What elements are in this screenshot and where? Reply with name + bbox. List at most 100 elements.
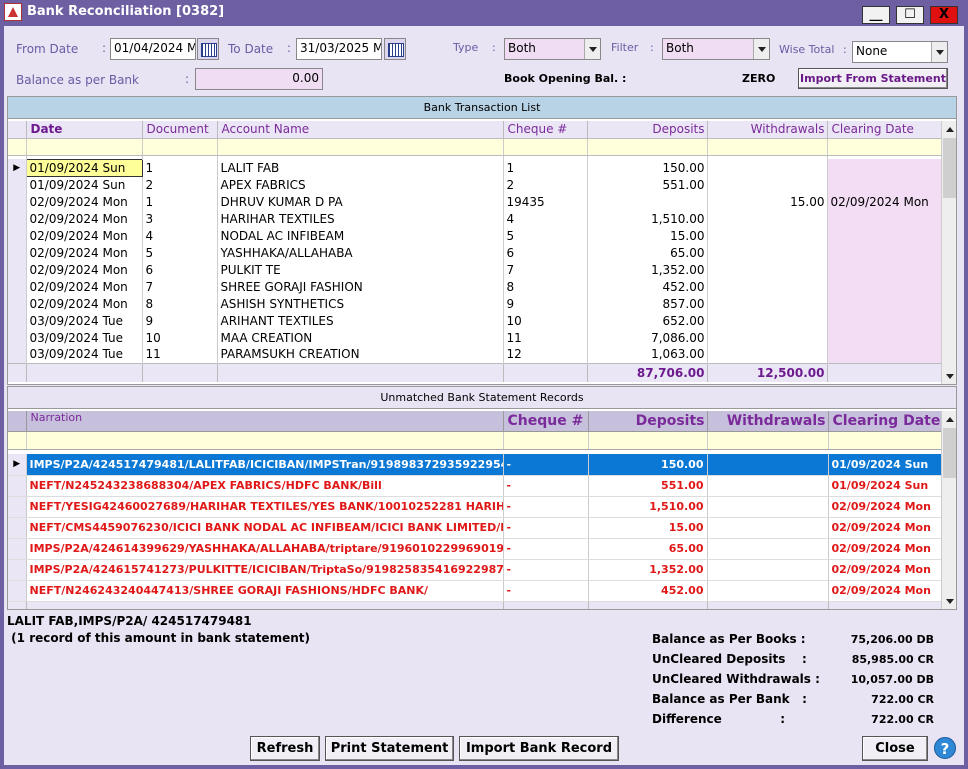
row-indicator[interactable] xyxy=(8,346,27,363)
cell-cheque[interactable]: 12 xyxy=(503,346,588,363)
cell-document[interactable]: 10 xyxy=(142,329,218,346)
cell-document[interactable]: 1 xyxy=(142,159,218,176)
statement-grid-scrollbar[interactable] xyxy=(941,411,956,609)
row-indicator[interactable] xyxy=(8,312,27,329)
cell-cheque[interactable]: - xyxy=(503,475,589,497)
table-row[interactable]: 03/09/2024 Tue 9 ARIHANT TEXTILES 10 652.00 xyxy=(8,312,942,329)
cell-cheque[interactable]: 10 xyxy=(503,312,588,329)
cell-account[interactable]: MAA CREATION xyxy=(217,329,504,346)
cell-narration[interactable]: NEFT/N245243238688304/APEX FABRICS/HDFC … xyxy=(26,475,504,497)
cell-withdrawals[interactable] xyxy=(707,454,829,476)
cell-cheque[interactable]: 4 xyxy=(503,210,588,227)
cell-deposits[interactable]: 452.00 xyxy=(588,580,708,602)
cell-deposits[interactable]: 150.00 xyxy=(588,454,708,476)
cell-account[interactable]: ARIHANT TEXTILES xyxy=(217,312,504,329)
cell-withdrawals[interactable] xyxy=(707,517,829,539)
cell-withdrawals[interactable] xyxy=(707,538,829,560)
cell-clearing[interactable]: 01/09/2024 Sun xyxy=(828,454,942,476)
cell-account[interactable]: HARIHAR TEXTILES xyxy=(217,210,504,227)
cell-withdrawals[interactable] xyxy=(707,210,828,227)
close-button[interactable]: Close xyxy=(862,736,928,761)
table-row[interactable]: ▶ IMPS/P2A/424517479481/LALITFAB/ICICIBAN… xyxy=(8,454,942,476)
cell-cheque[interactable]: 9 xyxy=(503,295,588,312)
cell-date[interactable]: 02/09/2024 Mon xyxy=(26,227,143,244)
row-indicator[interactable] xyxy=(8,193,27,210)
cell-cheque[interactable]: 2 xyxy=(503,176,588,193)
table-row[interactable]: 02/09/2024 Mon 1 DHRUV KUMAR D PA 19435 15.0… xyxy=(8,193,942,210)
cell-cheque[interactable]: - xyxy=(503,496,589,518)
col-deposits-header[interactable]: Deposits xyxy=(588,411,708,432)
cell-cheque[interactable]: - xyxy=(503,517,589,539)
cell-clearing[interactable]: 02/09/2024 Mon xyxy=(827,193,942,210)
cell-date[interactable]: 02/09/2024 Mon xyxy=(26,210,143,227)
cell-deposits[interactable]: 7,086.00 xyxy=(587,329,708,346)
cell-deposits[interactable]: 551.00 xyxy=(588,475,708,497)
scroll-up-icon[interactable] xyxy=(942,121,956,137)
row-indicator[interactable] xyxy=(8,496,27,518)
cell-document[interactable]: 3 xyxy=(142,210,218,227)
cell-clearing[interactable] xyxy=(827,329,942,346)
cell-document[interactable]: 8 xyxy=(142,295,218,312)
cell-deposits[interactable]: 1,510.00 xyxy=(588,496,708,518)
table-row[interactable]: 02/09/2024 Mon 5 YASHHAKA/ALLAHABA 6 65.00 xyxy=(8,244,942,261)
table-row[interactable]: 02/09/2024 Mon 6 PULKIT TE 7 1,352.00 xyxy=(8,261,942,278)
cell-withdrawals[interactable] xyxy=(707,227,828,244)
cell-deposits[interactable] xyxy=(587,193,708,210)
row-indicator[interactable] xyxy=(8,295,27,312)
cell-deposits[interactable]: 65.00 xyxy=(588,538,708,560)
row-indicator[interactable] xyxy=(8,329,27,346)
cell-document[interactable]: 2 xyxy=(142,176,218,193)
cell-withdrawals[interactable] xyxy=(707,312,828,329)
table-row[interactable]: NEFT/N245243238688304/APEX FABRICS/HDFC … xyxy=(8,475,942,497)
table-row[interactable]: 03/09/2024 Tue 10 MAA CREATION 11 7,086.00 xyxy=(8,329,942,346)
row-indicator[interactable] xyxy=(8,517,27,539)
cell-cheque[interactable]: 7 xyxy=(503,261,588,278)
current-row-indicator-icon[interactable]: ▶ xyxy=(8,159,27,176)
cell-cheque[interactable]: - xyxy=(503,559,589,581)
cell-clearing[interactable] xyxy=(827,176,942,193)
row-indicator[interactable] xyxy=(8,538,27,560)
cell-clearing[interactable]: 02/09/2024 Mon xyxy=(828,496,942,518)
cell-deposits[interactable]: 1,063.00 xyxy=(587,346,708,363)
scroll-thumb[interactable] xyxy=(943,428,956,478)
table-row[interactable]: 02/09/2024 Mon 4 NODAL AC INFIBEAM 5 15.00 xyxy=(8,227,942,244)
cell-narration[interactable]: NEFT/N246243240447413/SHREE GORAJI FASHI… xyxy=(26,580,504,602)
col-narration-header[interactable]: Narration xyxy=(26,411,504,432)
type-select[interactable]: Both xyxy=(504,38,601,60)
table-row[interactable]: 03/09/2024 Tue 11 PARAMSUKH CREATION 12 1,06… xyxy=(8,346,942,363)
cell-narration[interactable]: IMPS/P2A/424614399629/YASHHAKA/ALLAHABA/… xyxy=(26,538,504,560)
cell-deposits[interactable]: 1,352.00 xyxy=(587,261,708,278)
scroll-down-icon[interactable] xyxy=(942,369,956,384)
cell-document[interactable]: 11 xyxy=(142,346,218,363)
col-document-header[interactable]: Document xyxy=(142,121,218,139)
current-row-indicator-icon[interactable]: ▶ xyxy=(8,454,27,476)
wise-total-select[interactable]: None xyxy=(852,41,948,63)
cell-document[interactable]: 4 xyxy=(142,227,218,244)
refresh-button[interactable]: Refresh xyxy=(250,736,320,761)
cell-cheque[interactable]: 11 xyxy=(503,329,588,346)
col-withdrawals-header[interactable]: Withdrawals xyxy=(707,411,829,432)
cell-withdrawals[interactable] xyxy=(707,159,828,176)
cell-deposits[interactable]: 652.00 xyxy=(587,312,708,329)
cell-cheque[interactable]: 19435 xyxy=(503,193,588,210)
cell-clearing[interactable] xyxy=(827,261,942,278)
table-row[interactable]: IMPS/P2A/424615741273/PULKITTE/ICICIBAN/… xyxy=(8,559,942,581)
col-date-header[interactable]: Date xyxy=(26,121,143,139)
cell-account[interactable]: PARAMSUKH CREATION xyxy=(217,346,504,363)
col-account-header[interactable]: Account Name xyxy=(217,121,504,139)
col-clearing-header[interactable]: Clearing Date xyxy=(828,411,942,432)
cell-date[interactable]: 03/09/2024 Tue xyxy=(26,329,143,346)
cell-withdrawals[interactable] xyxy=(707,278,828,295)
cell-date[interactable]: 02/09/2024 Mon xyxy=(26,278,143,295)
import-bank-record-button[interactable]: Import Bank Record xyxy=(459,736,619,761)
filter-row[interactable] xyxy=(8,138,942,156)
cell-withdrawals[interactable] xyxy=(707,176,828,193)
table-row[interactable]: 01/09/2024 Sun 2 APEX FABRICS 2 551.00 xyxy=(8,176,942,193)
cell-narration[interactable]: NEFT/CMS4459076230/ICICI BANK NODAL AC I… xyxy=(26,517,504,539)
cell-cheque[interactable]: 5 xyxy=(503,227,588,244)
cell-withdrawals[interactable] xyxy=(707,346,828,363)
cell-clearing[interactable]: 02/09/2024 Mon xyxy=(828,580,942,602)
filter-select[interactable]: Both xyxy=(662,38,770,60)
col-withdrawals-header[interactable]: Withdrawals xyxy=(707,121,828,139)
cell-narration[interactable]: IMPS/P2A/424517479481/LALITFAB/ICICIBAN/… xyxy=(26,454,504,476)
